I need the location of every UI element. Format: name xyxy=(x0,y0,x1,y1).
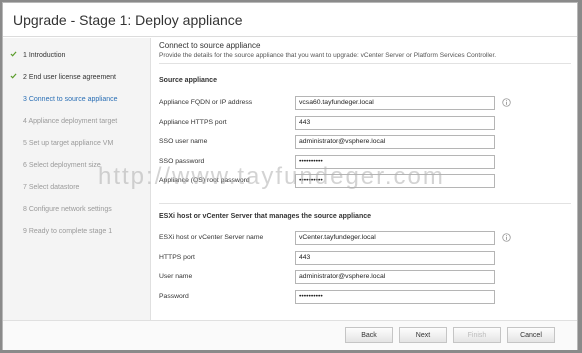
source-field-input[interactable]: vcsa60.tayfundeger.local xyxy=(295,96,495,110)
wizard-step-1[interactable]: 1 Introduction xyxy=(3,44,150,66)
source-field-label: Appliance HTTPS port xyxy=(159,118,227,126)
wizard-step-9[interactable]: 9 Ready to complete stage 1 xyxy=(3,220,150,242)
source-field-label: SSO user name xyxy=(159,138,208,145)
esxi-field-input[interactable]: administrator@vsphere.local xyxy=(295,270,495,284)
wizard-step-label: 4 Appliance deployment target xyxy=(23,117,118,125)
source-field-row: SSO password •••••••••• xyxy=(159,154,571,169)
wizard-step-label: 6 Select deployment size xyxy=(23,161,101,169)
section-divider xyxy=(159,203,571,204)
source-field-input[interactable]: •••••••••• xyxy=(295,174,495,188)
checkmark-icon xyxy=(10,73,17,79)
wizard-step-8[interactable]: 8 Configure network settings xyxy=(3,198,150,220)
source-field-row: SSO user name administrator@vsphere.local xyxy=(159,135,571,149)
source-field-input[interactable]: 443 xyxy=(295,115,495,130)
wizard-step-label: 2 End user license agreement xyxy=(23,73,116,81)
cancel-button[interactable]: Cancel xyxy=(507,327,555,343)
wizard-step-label: 5 Set up target appliance VM xyxy=(23,139,114,147)
esxi-field-label: ESXi host or vCenter Server name xyxy=(159,234,264,241)
esxi-field-input[interactable]: 443 xyxy=(295,250,495,265)
esxi-field-label: Password xyxy=(159,292,189,300)
esxi-section-title: ESXi host or vCenter Server that manages… xyxy=(159,213,372,220)
wizard-step-6[interactable]: 6 Select deployment size xyxy=(3,154,150,176)
esxi-field-row: Password •••••••••• xyxy=(159,289,571,304)
esxi-field-row: HTTPS port 443 xyxy=(159,250,571,265)
back-button[interactable]: Back xyxy=(345,327,393,343)
page-description: Provide the details for the source appli… xyxy=(159,52,497,59)
esxi-field-input[interactable]: vCenter.tayfundeger.local xyxy=(295,231,495,245)
esxi-field-label: HTTPS port xyxy=(159,253,195,261)
source-field-input[interactable]: administrator@vsphere.local xyxy=(295,135,495,149)
wizard-steps-sidebar: 1 Introduction 2 End user license agreeme… xyxy=(3,38,151,320)
wizard-step-label: 1 Introduction xyxy=(23,51,66,59)
page-heading: Connect to source appliance xyxy=(159,41,261,50)
source-section-title: Source appliance xyxy=(159,77,217,84)
wizard-step-label: 7 Select datastore xyxy=(23,183,80,191)
source-field-input[interactable]: •••••••••• xyxy=(295,154,495,169)
heading-divider xyxy=(159,63,571,64)
info-icon[interactable] xyxy=(502,233,511,242)
esxi-field-row: User name administrator@vsphere.local xyxy=(159,270,571,284)
main-panel: Connect to source appliance Provide the … xyxy=(159,41,573,304)
wizard-step-label: 3 Connect to source appliance xyxy=(23,95,118,103)
wizard-step-2[interactable]: 2 End user license agreement xyxy=(3,66,150,88)
source-field-label: Appliance (OS) root password xyxy=(159,177,250,184)
wizard-step-label: 9 Ready to complete stage 1 xyxy=(23,227,113,235)
source-field-label: Appliance FQDN or IP address xyxy=(159,99,253,106)
source-field-row: Appliance (OS) root password •••••••••• xyxy=(159,174,571,188)
source-field-row: Appliance FQDN or IP address vcsa60.tayfu… xyxy=(159,96,571,110)
wizard-step-7[interactable]: 7 Select datastore xyxy=(3,176,150,198)
checkmark-icon xyxy=(10,51,17,57)
info-icon[interactable] xyxy=(502,98,511,107)
dialog-title-bar: Upgrade - Stage 1: Deploy appliance xyxy=(3,3,577,37)
esxi-field-label: User name xyxy=(159,273,193,280)
next-button[interactable]: Next xyxy=(399,327,447,343)
dialog-title: Upgrade - Stage 1: Deploy appliance xyxy=(13,11,243,28)
wizard-step-5[interactable]: 5 Set up target appliance VM xyxy=(3,132,150,154)
esxi-field-row: ESXi host or vCenter Server name vCenter.… xyxy=(159,231,571,245)
source-field-label: SSO password xyxy=(159,157,205,165)
upgrade-dialog: Upgrade - Stage 1: Deploy appliance 1 In… xyxy=(2,2,578,350)
finish-button[interactable]: Finish xyxy=(453,327,501,343)
wizard-step-3[interactable]: 3 Connect to source appliance xyxy=(3,88,150,110)
source-field-row: Appliance HTTPS port 443 xyxy=(159,115,571,130)
wizard-step-4[interactable]: 4 Appliance deployment target xyxy=(3,110,150,132)
esxi-field-input[interactable]: •••••••••• xyxy=(295,289,495,304)
wizard-step-label: 8 Configure network settings xyxy=(23,205,112,213)
dialog-footer: Back Next Finish Cancel xyxy=(3,320,577,350)
